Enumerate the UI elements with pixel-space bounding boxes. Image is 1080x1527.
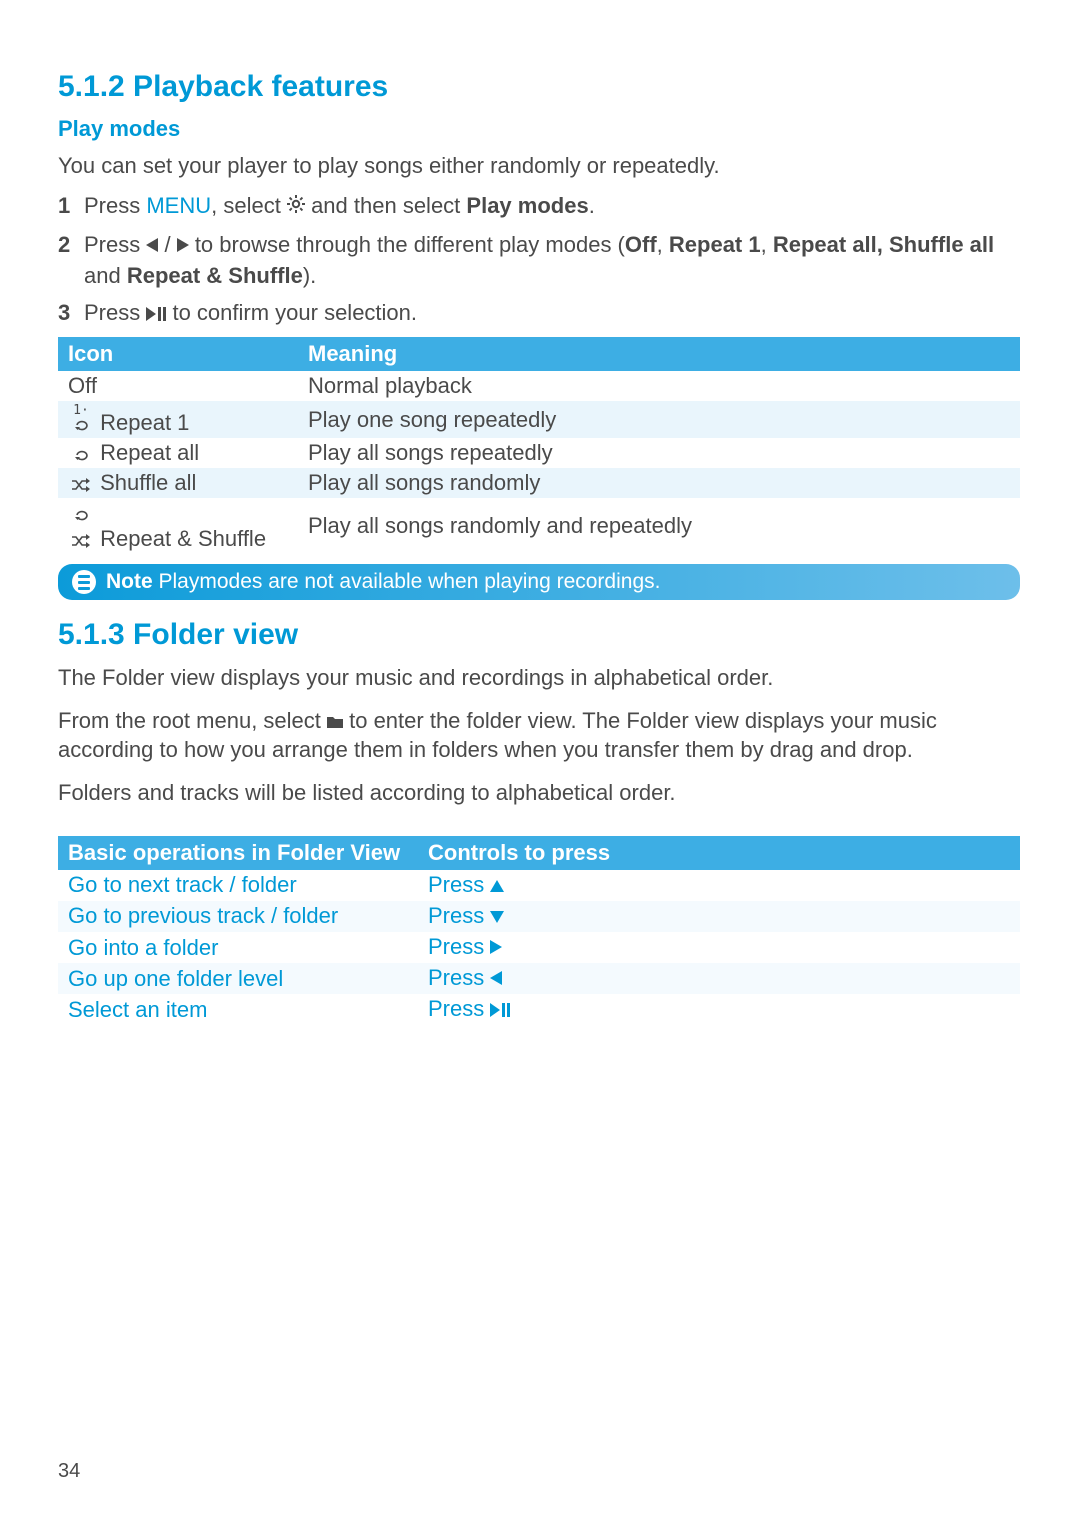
note-icon — [72, 570, 96, 594]
folder-p3: Folders and tracks will be listed accord… — [58, 779, 1020, 808]
control-cell: Press — [418, 932, 1020, 963]
th-operation: Basic operations in Folder View — [58, 836, 418, 870]
control-cell: Press — [418, 870, 1020, 901]
meaning-cell: Play all songs repeatedly — [298, 438, 1020, 468]
repeat-shuffle-icon — [68, 500, 94, 552]
op-cell: Go to next track / folder — [58, 870, 418, 901]
left-arrow-icon — [490, 965, 502, 991]
meaning-cell: Play all songs randomly — [298, 468, 1020, 498]
page-number: 34 — [58, 1460, 80, 1483]
control-cell: Press — [418, 994, 1020, 1025]
th-controls: Controls to press — [418, 836, 1020, 870]
op-cell: Go into a folder — [58, 932, 418, 963]
op-cell: Go up one folder level — [58, 963, 418, 994]
repeat-1-icon: 1· — [68, 403, 94, 434]
control-cell: Press — [418, 901, 1020, 932]
step-number: 1 — [58, 191, 72, 222]
right-arrow-icon — [177, 230, 189, 260]
play-pause-icon — [490, 997, 510, 1023]
menu-label: MENU — [146, 193, 211, 218]
step-number: 3 — [58, 298, 72, 329]
section-heading-playback: 5.1.2 Playback features — [58, 70, 1020, 104]
section-heading-folder: 5.1.3 Folder view — [58, 618, 1020, 652]
down-arrow-icon — [490, 903, 504, 929]
gear-icon — [287, 191, 305, 221]
left-arrow-icon — [146, 230, 158, 260]
mode-cell: Shuffle all — [58, 468, 298, 498]
steps-list: 1 Press MENU, select and then select Pla… — [58, 191, 1020, 330]
step-number: 2 — [58, 230, 72, 291]
mode-cell: Repeat all — [58, 438, 298, 468]
meaning-cell: Play all songs randomly and repeatedly — [298, 498, 1020, 554]
shuffle-icon — [68, 470, 94, 496]
folder-p2: From the root menu, select to enter the … — [58, 707, 1020, 765]
folder-p1: The Folder view displays your music and … — [58, 664, 1020, 693]
th-meaning: Meaning — [298, 337, 1020, 371]
op-cell: Select an item — [58, 994, 418, 1025]
mode-cell: Off — [58, 371, 298, 401]
up-arrow-icon — [490, 872, 504, 898]
meaning-cell: Normal playback — [298, 371, 1020, 401]
op-cell: Go to previous track / folder — [58, 901, 418, 932]
right-arrow-icon — [490, 934, 502, 960]
control-cell: Press — [418, 963, 1020, 994]
step-text: Press MENU, select and then select Play … — [84, 191, 1020, 222]
step-text: Press to confirm your selection. — [84, 298, 1020, 329]
folder-icon — [327, 707, 343, 736]
mode-cell: 1· Repeat 1 — [58, 401, 298, 438]
mode-cell: Repeat & Shuffle — [58, 498, 298, 554]
note-bar: Note Playmodes are not available when pl… — [58, 564, 1020, 600]
note-text: Note Playmodes are not available when pl… — [106, 570, 660, 594]
meaning-cell: Play one song repeatedly — [298, 401, 1020, 438]
step-text: Press / to browse through the different … — [84, 230, 1020, 291]
intro-paragraph: You can set your player to play songs ei… — [58, 152, 1020, 181]
th-icon: Icon — [58, 337, 298, 371]
repeat-all-icon — [68, 440, 94, 466]
play-pause-icon — [146, 299, 166, 329]
subheading-play-modes: Play modes — [58, 116, 1020, 142]
play-modes-table: Icon Meaning Off Normal playback 1· Repe… — [58, 337, 1020, 554]
folder-operations-table: Basic operations in Folder View Controls… — [58, 836, 1020, 1026]
